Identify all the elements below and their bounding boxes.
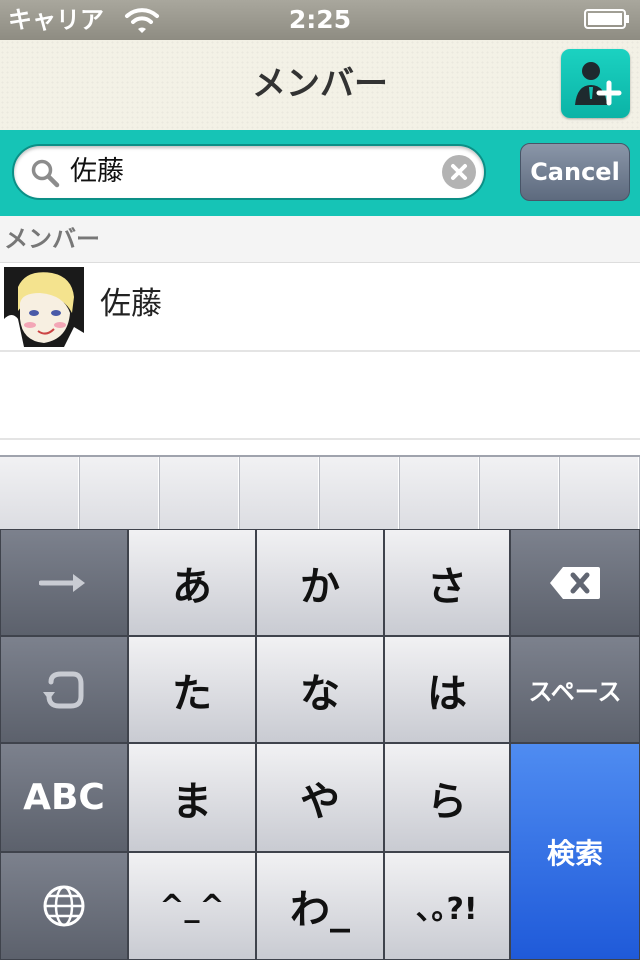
key-emoticon[interactable]: ^_^ — [128, 852, 256, 960]
key-ta[interactable]: た — [128, 636, 256, 743]
add-member-button[interactable] — [561, 49, 630, 118]
search-key[interactable]: 検索 — [510, 743, 640, 960]
delete-key[interactable] — [510, 529, 640, 636]
candidate-cell[interactable] — [320, 457, 400, 529]
search-input[interactable]: 佐藤 — [70, 146, 430, 198]
globe-icon — [43, 885, 85, 927]
clear-search-icon[interactable] — [442, 155, 476, 189]
key-ya[interactable]: や — [256, 743, 384, 852]
space-key[interactable]: スペース — [510, 636, 640, 743]
key-ha[interactable]: は — [384, 636, 510, 743]
add-user-icon — [575, 62, 622, 106]
section-header: メンバー — [0, 216, 640, 263]
navigation-bar: メンバー — [0, 40, 640, 130]
globe-key[interactable] — [0, 852, 128, 960]
next-char-key[interactable] — [0, 529, 128, 636]
key-ma[interactable]: ま — [128, 743, 256, 852]
page-title: メンバー — [252, 64, 388, 104]
battery-icon — [584, 9, 629, 29]
key-a[interactable]: あ — [128, 529, 256, 636]
cancel-button[interactable]: Cancel — [520, 143, 630, 201]
candidate-cell[interactable] — [400, 457, 480, 529]
candidate-cell[interactable] — [80, 457, 160, 529]
keyboard: あ か さ た な は スペース ABC ま や ら 検索 ^_^ わ_ ､｡?… — [0, 529, 640, 960]
avatar — [4, 267, 84, 347]
key-ka[interactable]: か — [256, 529, 384, 636]
undo-icon — [43, 671, 84, 708]
abc-key[interactable]: ABC — [0, 743, 128, 852]
arrow-right-icon — [39, 573, 85, 592]
key-sa[interactable]: さ — [384, 529, 510, 636]
search-field[interactable]: 佐藤 — [12, 144, 486, 200]
status-bar: キャリア 2:25 — [0, 0, 640, 40]
key-ra[interactable]: ら — [384, 743, 510, 852]
key-punctuation[interactable]: ､｡?! — [384, 852, 510, 960]
search-icon — [31, 159, 60, 188]
delete-icon — [550, 566, 600, 599]
candidate-cell[interactable] — [560, 457, 640, 529]
candidate-bar — [0, 455, 640, 529]
list-item[interactable]: 佐藤 — [0, 263, 640, 352]
key-wa[interactable]: わ_ — [256, 852, 384, 960]
search-bar: 佐藤 Cancel — [0, 130, 640, 216]
clock: 2:25 — [288, 5, 352, 34]
undo-key[interactable] — [0, 636, 128, 743]
candidate-cell[interactable] — [480, 457, 560, 529]
member-name: 佐藤 — [100, 286, 162, 322]
candidate-cell[interactable] — [0, 457, 80, 529]
candidate-cell[interactable] — [160, 457, 240, 529]
key-na[interactable]: な — [256, 636, 384, 743]
section-header-label: メンバー — [4, 225, 100, 253]
candidate-cell[interactable] — [240, 457, 320, 529]
empty-row — [0, 352, 640, 440]
